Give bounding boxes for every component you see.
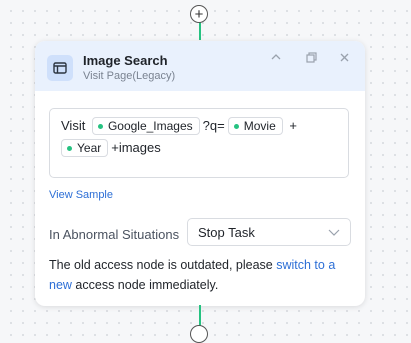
copy-icon[interactable] bbox=[303, 49, 319, 65]
outdated-node-notice: The old access node is outdated, please … bbox=[49, 255, 349, 295]
url-text: ?q= bbox=[202, 118, 225, 133]
add-node-button[interactable]: + bbox=[190, 5, 208, 23]
add-node-button-bottom[interactable] bbox=[190, 325, 208, 343]
notice-text: The old access node is outdated, please bbox=[49, 258, 277, 272]
abnormal-situations-select[interactable]: Stop Task bbox=[187, 218, 351, 246]
node-card-header: Image Search Visit Page(Legacy) bbox=[35, 41, 365, 91]
abnormal-situations-label: In Abnormal Situations bbox=[49, 227, 180, 242]
view-sample-link[interactable]: View Sample bbox=[49, 189, 113, 201]
variable-token-label: Year bbox=[77, 141, 102, 155]
variable-dot-icon bbox=[97, 123, 103, 129]
collapse-icon[interactable] bbox=[268, 49, 284, 65]
notice-text: access node immediately. bbox=[71, 278, 219, 292]
browser-window-icon bbox=[47, 55, 73, 81]
url-text: +images bbox=[111, 140, 161, 155]
select-value: Stop Task bbox=[198, 224, 255, 240]
node-card[interactable]: Image Search Visit Page(Legacy) Visit Go… bbox=[35, 41, 365, 306]
variable-token-label: Movie bbox=[243, 119, 276, 133]
connector-line-top bbox=[199, 22, 201, 40]
node-title: Image Search bbox=[83, 53, 168, 68]
url-text: + bbox=[285, 118, 297, 133]
variable-token[interactable]: Google_Images bbox=[91, 117, 200, 135]
chevron-down-icon bbox=[328, 226, 340, 238]
node-subtitle: Visit Page(Legacy) bbox=[83, 70, 176, 82]
variable-token[interactable]: Movie bbox=[227, 117, 283, 135]
plus-icon: + bbox=[194, 5, 204, 23]
variable-token-label: Google_Images bbox=[107, 119, 193, 133]
url-text: Visit bbox=[61, 118, 89, 133]
variable-dot-icon bbox=[67, 145, 72, 151]
url-line-1: Visit Google_Images ?q= Movie + bbox=[61, 115, 337, 137]
connector-line-bottom bbox=[199, 305, 201, 327]
url-line-2: Year +images bbox=[61, 137, 337, 159]
url-input[interactable]: Visit Google_Images ?q= Movie + Year +im… bbox=[49, 108, 349, 178]
close-icon[interactable] bbox=[336, 49, 352, 65]
variable-dot-icon bbox=[233, 123, 239, 129]
variable-token[interactable]: Year bbox=[61, 139, 109, 157]
